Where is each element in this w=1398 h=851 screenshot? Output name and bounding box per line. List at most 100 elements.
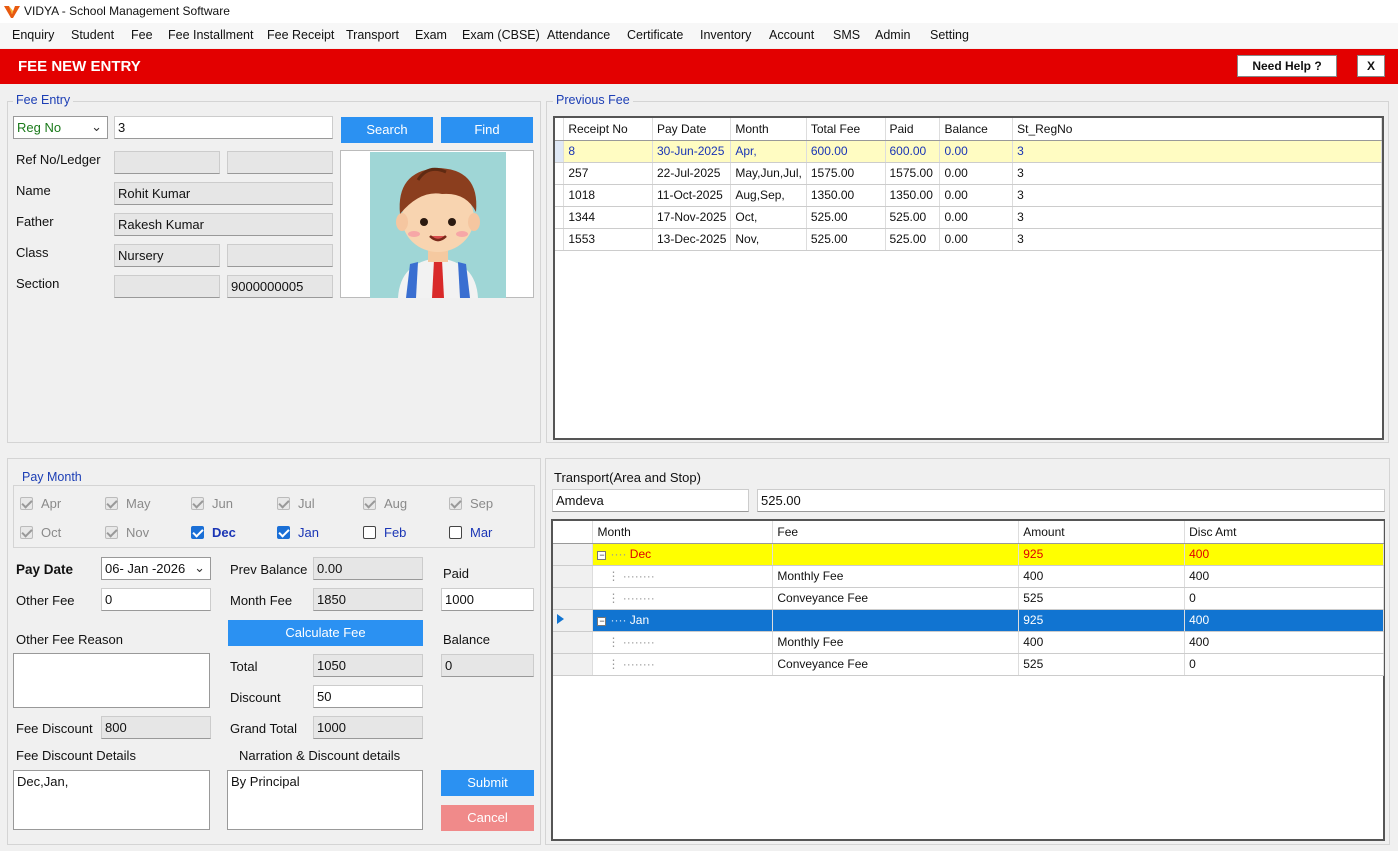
table-cell: 525.00 — [885, 228, 941, 251]
column-header[interactable]: Paid — [885, 118, 941, 141]
section-field[interactable] — [114, 275, 220, 298]
search-button[interactable]: Search — [341, 117, 433, 143]
table-cell: Conveyance Fee — [772, 587, 1020, 610]
table-row[interactable]: 1344 17-Nov-2025 Oct, 525.00 525.00 0.00… — [555, 206, 1382, 229]
paid-input[interactable]: 1000 — [441, 588, 534, 611]
menu-exam-cbse[interactable]: Exam (CBSE) — [462, 28, 540, 42]
menu-admin[interactable]: Admin — [875, 28, 910, 42]
table-cell — [772, 543, 1020, 566]
close-button[interactable]: X — [1357, 55, 1385, 77]
search-input[interactable]: 3 — [114, 116, 333, 139]
previous-fee-grid[interactable]: Receipt No Pay Date Month Total Fee Paid… — [553, 116, 1384, 440]
month-checkbox-oct[interactable]: Oct — [20, 525, 61, 543]
month-checkbox-sep[interactable]: Sep — [449, 496, 493, 514]
column-header[interactable]: Fee — [772, 521, 1020, 544]
tree-row-dec[interactable]: − ···· Dec 925 400 — [553, 543, 1384, 566]
discount-input[interactable]: 50 — [313, 685, 423, 708]
menu-sms[interactable]: SMS — [833, 28, 860, 42]
other-fee-input[interactable]: 0 — [101, 588, 211, 611]
prev-balance-field[interactable]: 0.00 — [313, 557, 423, 580]
menu-enquiry[interactable]: Enquiry — [12, 28, 54, 42]
menu-certificate[interactable]: Certificate — [627, 28, 683, 42]
menu-attendance[interactable]: Attendance — [547, 28, 610, 42]
paid-label: Paid — [443, 566, 470, 581]
transport-amount-field[interactable]: 525.00 — [757, 489, 1385, 512]
cancel-button[interactable]: Cancel — [441, 805, 534, 831]
month-checkbox-mar[interactable]: Mar — [449, 525, 492, 543]
phone-field[interactable]: 9000000005 — [227, 275, 333, 298]
table-cell: May,Jun,Jul, — [730, 162, 807, 185]
search-by-select[interactable]: Reg No ⌄ — [13, 116, 108, 139]
class-extra-field[interactable] — [227, 244, 333, 267]
menu-exam[interactable]: Exam — [415, 28, 447, 42]
tree-row-child[interactable]: ⋮ ········ Conveyance Fee 525 0 — [553, 587, 1384, 610]
transport-fee-grid[interactable]: Month Fee Amount Disc Amt − ···· Dec 925 … — [551, 519, 1385, 841]
table-row[interactable]: 1018 11-Oct-2025 Aug,Sep, 1350.00 1350.0… — [555, 184, 1382, 207]
fee-discount-details-textarea[interactable]: Dec,Jan, — [13, 770, 210, 830]
table-cell: Aug,Sep, — [730, 184, 807, 207]
other-fee-reason-textarea[interactable] — [13, 653, 210, 708]
tree-row-jan[interactable]: − ···· Jan 925 400 — [553, 609, 1384, 632]
month-label: Dec — [212, 525, 236, 540]
table-row[interactable]: 1553 13-Dec-2025 Nov, 525.00 525.00 0.00… — [555, 228, 1382, 251]
month-checkbox-jul[interactable]: Jul — [277, 496, 315, 514]
month-checkbox-nov[interactable]: Nov — [105, 525, 149, 543]
month-checkbox-jan[interactable]: Jan — [277, 525, 319, 543]
month-fee-field[interactable]: 1850 — [313, 588, 423, 611]
month-checkbox-aug[interactable]: Aug — [363, 496, 407, 514]
tree-row-child[interactable]: ⋮ ········ Conveyance Fee 525 0 — [553, 653, 1384, 676]
transport-area-field[interactable]: Amdeva — [552, 489, 749, 512]
class-field[interactable]: Nursery — [114, 244, 220, 267]
tree-row-child[interactable]: ⋮ ········ Monthly Fee 400 400 — [553, 565, 1384, 588]
find-button[interactable]: Find — [441, 117, 533, 143]
table-row[interactable]: 257 22-Jul-2025 May,Jun,Jul, 1575.00 157… — [555, 162, 1382, 185]
column-header[interactable]: Month — [592, 521, 774, 544]
month-checkbox-feb[interactable]: Feb — [363, 525, 406, 543]
column-header[interactable]: Month — [730, 118, 807, 141]
menu-inventory[interactable]: Inventory — [700, 28, 751, 42]
column-header[interactable]: St_RegNo — [1012, 118, 1382, 141]
column-header[interactable]: Pay Date — [652, 118, 732, 141]
table-cell — [772, 609, 1020, 632]
month-checkbox-may[interactable]: May — [105, 496, 151, 514]
narration-textarea[interactable]: By Principal — [227, 770, 423, 830]
month-checkbox-dec[interactable]: Dec — [191, 525, 236, 543]
need-help-button[interactable]: Need Help ? — [1237, 55, 1337, 77]
menu-fee[interactable]: Fee — [131, 28, 153, 42]
column-header[interactable]: Balance — [939, 118, 1014, 141]
column-header[interactable]: Disc Amt — [1184, 521, 1384, 544]
month-checkbox-jun[interactable]: Jun — [191, 496, 233, 514]
tree-row-child[interactable]: ⋮ ········ Monthly Fee 400 400 — [553, 631, 1384, 654]
balance-field[interactable]: 0 — [441, 654, 534, 677]
table-cell: 400 — [1018, 565, 1186, 588]
total-field[interactable]: 1050 — [313, 654, 423, 677]
menu-account[interactable]: Account — [769, 28, 814, 42]
ref-no-field[interactable] — [114, 151, 220, 174]
grand-total-field[interactable]: 1000 — [313, 716, 423, 739]
calculate-fee-button[interactable]: Calculate Fee — [228, 620, 423, 646]
checkbox-icon — [277, 497, 290, 510]
menu-student[interactable]: Student — [71, 28, 114, 42]
month-label: Apr — [41, 496, 62, 511]
father-field[interactable]: Rakesh Kumar — [114, 213, 333, 236]
column-header[interactable]: Receipt No — [563, 118, 653, 141]
month-checkbox-apr[interactable]: Apr — [20, 496, 61, 514]
checkbox-icon — [105, 497, 118, 510]
column-header[interactable]: Amount — [1018, 521, 1186, 544]
row-header-cell — [555, 206, 565, 229]
submit-button[interactable]: Submit — [441, 770, 534, 796]
ledger-field[interactable] — [227, 151, 333, 174]
collapse-icon[interactable]: − — [597, 551, 607, 560]
name-field[interactable]: Rohit Kumar — [114, 182, 333, 205]
menu-fee-installment[interactable]: Fee Installment — [168, 28, 253, 42]
pay-date-picker[interactable]: 06- Jan -2026 ⌄ — [101, 557, 211, 580]
column-header[interactable]: Total Fee — [806, 118, 886, 141]
table-row[interactable]: 8 30-Jun-2025 Apr, 600.00 600.00 0.00 3 — [555, 140, 1382, 163]
student-photo-frame — [340, 150, 534, 298]
menu-setting[interactable]: Setting — [930, 28, 969, 42]
collapse-icon[interactable]: − — [597, 617, 607, 626]
fee-discount-field[interactable]: 800 — [101, 716, 211, 739]
menu-transport[interactable]: Transport — [346, 28, 399, 42]
menu-fee-receipt[interactable]: Fee Receipt — [267, 28, 334, 42]
checkbox-icon — [105, 526, 118, 539]
